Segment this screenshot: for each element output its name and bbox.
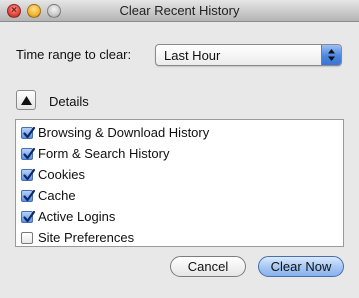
time-range-select[interactable]: Last Hour xyxy=(155,44,342,66)
list-item-label: Browsing & Download History xyxy=(38,125,210,140)
list-item-label: Site Preferences xyxy=(38,230,135,245)
up-down-arrows-icon xyxy=(321,45,341,65)
checkbox[interactable] xyxy=(21,168,36,181)
list-item-label: Cache xyxy=(38,188,76,203)
checkmark-icon xyxy=(23,168,36,181)
list-item[interactable]: Active Logins xyxy=(21,207,339,227)
list-item[interactable]: Cookies xyxy=(21,165,339,185)
details-label: Details xyxy=(49,94,89,109)
list-item[interactable]: Site Preferences xyxy=(21,228,339,248)
history-items-list: Browsing & Download History Form & Search… xyxy=(15,119,344,247)
list-item-label: Form & Search History xyxy=(38,146,170,161)
list-item[interactable]: Form & Search History xyxy=(21,144,339,164)
title-bar[interactable]: × Clear Recent History xyxy=(0,0,359,22)
checkbox[interactable] xyxy=(21,232,33,244)
list-item-label: Active Logins xyxy=(38,209,116,224)
checkbox[interactable] xyxy=(21,126,36,139)
checkbox[interactable] xyxy=(21,147,36,160)
checkmark-icon xyxy=(23,210,36,223)
checkmark-icon xyxy=(23,147,36,160)
list-item-label: Cookies xyxy=(38,167,85,182)
checkbox[interactable] xyxy=(21,210,36,223)
triangle-up-icon xyxy=(21,96,32,105)
list-item[interactable]: Cache xyxy=(21,186,339,206)
time-range-value: Last Hour xyxy=(164,48,221,63)
cancel-button[interactable]: Cancel xyxy=(170,256,246,277)
checkmark-icon xyxy=(23,189,36,202)
clear-now-button[interactable]: Clear Now xyxy=(258,256,344,277)
clear-history-dialog: × Clear Recent History Time range to cle… xyxy=(0,0,359,298)
checkmark-icon xyxy=(23,126,36,139)
window-title: Clear Recent History xyxy=(119,3,240,18)
time-range-label: Time range to clear: xyxy=(16,47,132,62)
details-toggle-button[interactable] xyxy=(16,90,36,110)
checkbox[interactable] xyxy=(21,189,36,202)
list-item[interactable]: Browsing & Download History xyxy=(21,123,339,143)
